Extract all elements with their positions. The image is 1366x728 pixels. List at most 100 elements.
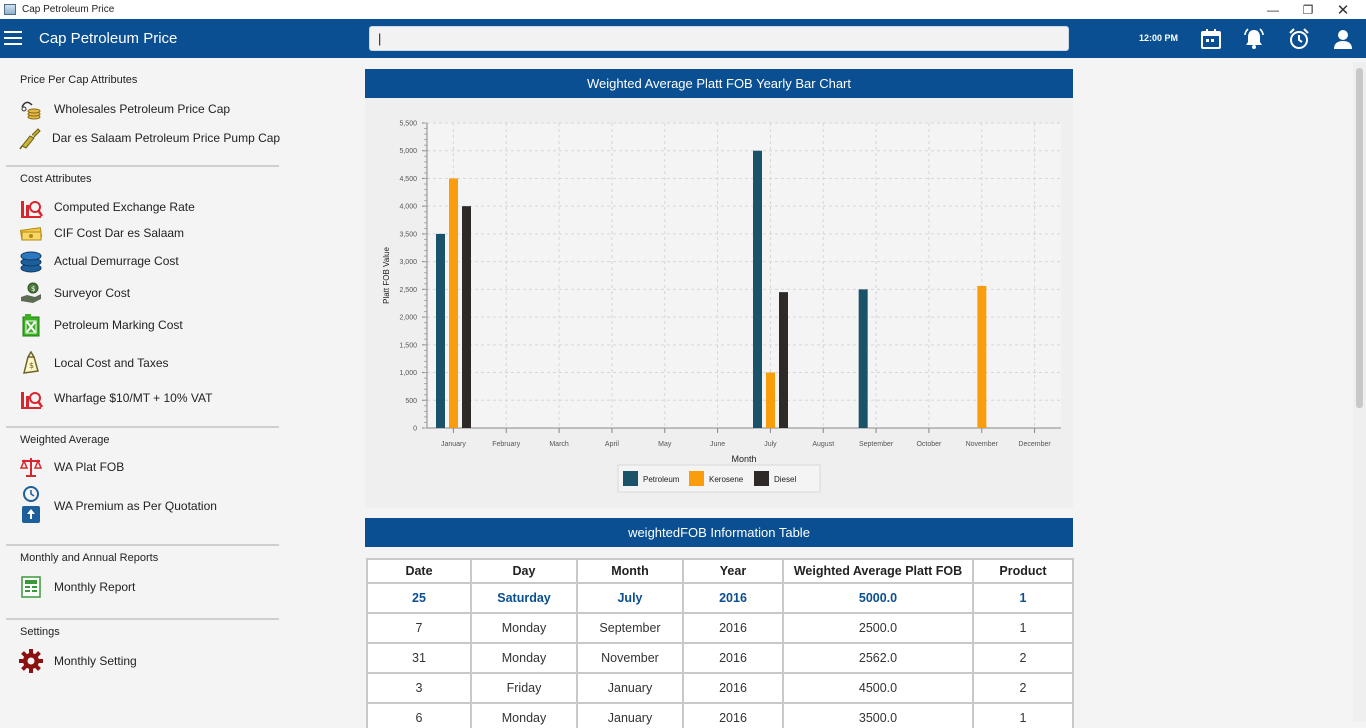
sidebar-item-actual-demurrage-cost[interactable]: Actual Demurrage Cost — [18, 248, 280, 274]
legend-label: Kerosene — [709, 475, 744, 484]
table-row[interactable]: 31 Monday November 2016 2562.0 2 — [366, 642, 1074, 674]
sidebar-item-wharfage[interactable]: Wharfage $10/MT + 10% VAT — [18, 385, 280, 411]
x-tick-label: December — [1018, 441, 1051, 448]
sidebar-item-computed-exchange-rate[interactable]: Computed Exchange Rate — [18, 194, 280, 220]
scrollbar-thumb[interactable] — [1356, 68, 1363, 408]
table-cell: 5000.0 — [782, 582, 974, 614]
x-tick-label: November — [966, 441, 999, 448]
sidebar-item-wa-premium[interactable]: WA Premium as Per Quotation — [18, 486, 280, 526]
sidebar-item-surveyor-cost[interactable]: $ Surveyor Cost — [18, 280, 280, 306]
table-cell: 2562.0 — [782, 642, 974, 674]
sidebar-item-dar-es-salaam-pump-cap[interactable]: Dar es Salaam Petroleum Price Pump Cap — [18, 125, 280, 151]
table-cell: 2 — [972, 672, 1074, 704]
sidebar-item-petroleum-marking-cost[interactable]: Petroleum Marking Cost — [18, 312, 280, 338]
sidebar-item-label: Monthly Report — [54, 580, 136, 594]
table-cell: September — [576, 612, 684, 644]
bar-kerosene — [449, 178, 458, 428]
y-tick-label: 4,000 — [399, 204, 417, 211]
table-cell: 4500.0 — [782, 672, 974, 704]
section-divider — [6, 426, 279, 428]
restore-icon[interactable]: ❐ — [1291, 0, 1325, 19]
column-header-weighted-average-platt-fob[interactable]: Weighted Average Platt FOB — [782, 558, 974, 584]
bar-diesel — [779, 292, 788, 428]
legend-label: Diesel — [774, 475, 796, 484]
table-cell: 1 — [972, 702, 1074, 728]
sidebar-item-cif-cost[interactable]: CIF Cost Dar es Salaam — [18, 220, 280, 246]
section-divider — [6, 165, 279, 167]
fuel-nozzle-icon — [18, 125, 42, 151]
main-content: Weighted Average Platt FOB Yearly Bar Ch… — [285, 58, 1353, 728]
window-title: Cap Petroleum Price — [22, 4, 115, 15]
table-cell: 6 — [366, 702, 472, 728]
sidebar-item-monthly-report[interactable]: Monthly Report — [18, 574, 280, 600]
section-title-price-per-cap: Price Per Cap Attributes — [20, 74, 138, 86]
column-header-date[interactable]: Date — [366, 558, 472, 584]
vertical-scrollbar[interactable] — [1353, 62, 1366, 722]
table-row[interactable]: 3 Friday January 2016 4500.0 2 — [366, 672, 1074, 704]
table-row[interactable]: 6 Monday January 2016 3500.0 1 — [366, 702, 1074, 728]
sidebar-item-wholesales-petroleum-price-cap[interactable]: Wholesales Petroleum Price Cap — [18, 96, 280, 122]
y-tick-label: 3,500 — [399, 231, 417, 238]
section-title-weighted-average: Weighted Average — [20, 434, 110, 446]
user-account-icon[interactable] — [1332, 28, 1354, 50]
money-bag-icon: $ — [18, 350, 44, 376]
table-cell: Friday — [470, 672, 578, 704]
column-header-product[interactable]: Product — [972, 558, 1074, 584]
search-input[interactable] — [369, 26, 1069, 51]
bar-diesel — [462, 206, 471, 428]
x-tick-label: August — [812, 441, 834, 448]
chart-svg: 0 500 1,000 1,500 2,000 2,500 3,000 3,500 4,000 4… — [382, 121, 1061, 493]
x-tick-label: May — [658, 441, 672, 448]
x-tick-label: April — [605, 441, 619, 448]
svg-text:$: $ — [29, 361, 34, 370]
notification-bell-icon[interactable] — [1243, 28, 1265, 50]
table-row[interactable]: 25 Saturday July 2016 5000.0 1 — [366, 582, 1074, 614]
sidebar-item-monthly-setting[interactable]: Monthly Setting — [18, 648, 280, 674]
table-cell: 31 — [366, 642, 472, 674]
legend-label: Petroleum — [643, 475, 680, 484]
column-header-year[interactable]: Year — [682, 558, 784, 584]
exchange-chart-icon — [18, 385, 44, 411]
y-tick-label: 1,500 — [399, 342, 417, 349]
table-cell: 3 — [366, 672, 472, 704]
y-tick-label: 3,000 — [399, 259, 417, 266]
x-tick-label: July — [764, 441, 777, 448]
x-tick-label: June — [710, 441, 725, 448]
y-tick-label: 2,500 — [399, 287, 417, 294]
table-cell: 25 — [366, 582, 472, 614]
table-cell: 2016 — [682, 642, 784, 674]
coin-stack-icon — [18, 248, 44, 274]
plot-background — [427, 123, 1061, 428]
alarm-clock-icon[interactable] — [1288, 28, 1310, 50]
y-tick-label: 2,000 — [399, 315, 417, 322]
report-icon — [18, 574, 44, 600]
x-tick-label: February — [492, 441, 521, 448]
sidebar-item-wa-plat-fob[interactable]: WA Plat FOB — [18, 454, 280, 480]
column-header-month[interactable]: Month — [576, 558, 684, 584]
bar-kerosene — [977, 285, 987, 428]
table-row[interactable]: 7 Monday September 2016 2500.0 1 — [366, 612, 1074, 644]
calendar-icon[interactable] — [1200, 28, 1222, 50]
bar-petroleum — [753, 150, 762, 428]
gear-icon — [18, 648, 44, 674]
sidebar-item-local-cost-and-taxes[interactable]: $ Local Cost and Taxes — [18, 350, 280, 376]
column-header-day[interactable]: Day — [470, 558, 578, 584]
x-tick-label: October — [916, 441, 942, 448]
table-cell: 2 — [972, 642, 1074, 674]
time-display: 12:00 PM — [1139, 33, 1179, 43]
table-cell: January — [576, 672, 684, 704]
table-panel-title: weightedFOB Information Table — [365, 518, 1073, 547]
y-tick-label: 5,000 — [399, 148, 417, 155]
table-cell: Monday — [470, 642, 578, 674]
sidebar-item-label: WA Plat FOB — [54, 460, 125, 474]
legend-swatch-petroleum — [623, 471, 638, 486]
sidebar-item-label: Wholesales Petroleum Price Cap — [54, 102, 231, 116]
menu-icon[interactable] — [4, 31, 22, 45]
svg-text:$: $ — [31, 285, 35, 293]
minimize-icon[interactable]: — — [1256, 0, 1290, 19]
table-cell: 2500.0 — [782, 612, 974, 644]
y-tick-label: 500 — [405, 398, 417, 405]
table-cell: 7 — [366, 612, 472, 644]
table-cell: 1 — [972, 582, 1074, 614]
close-icon[interactable]: ✕ — [1326, 0, 1360, 19]
